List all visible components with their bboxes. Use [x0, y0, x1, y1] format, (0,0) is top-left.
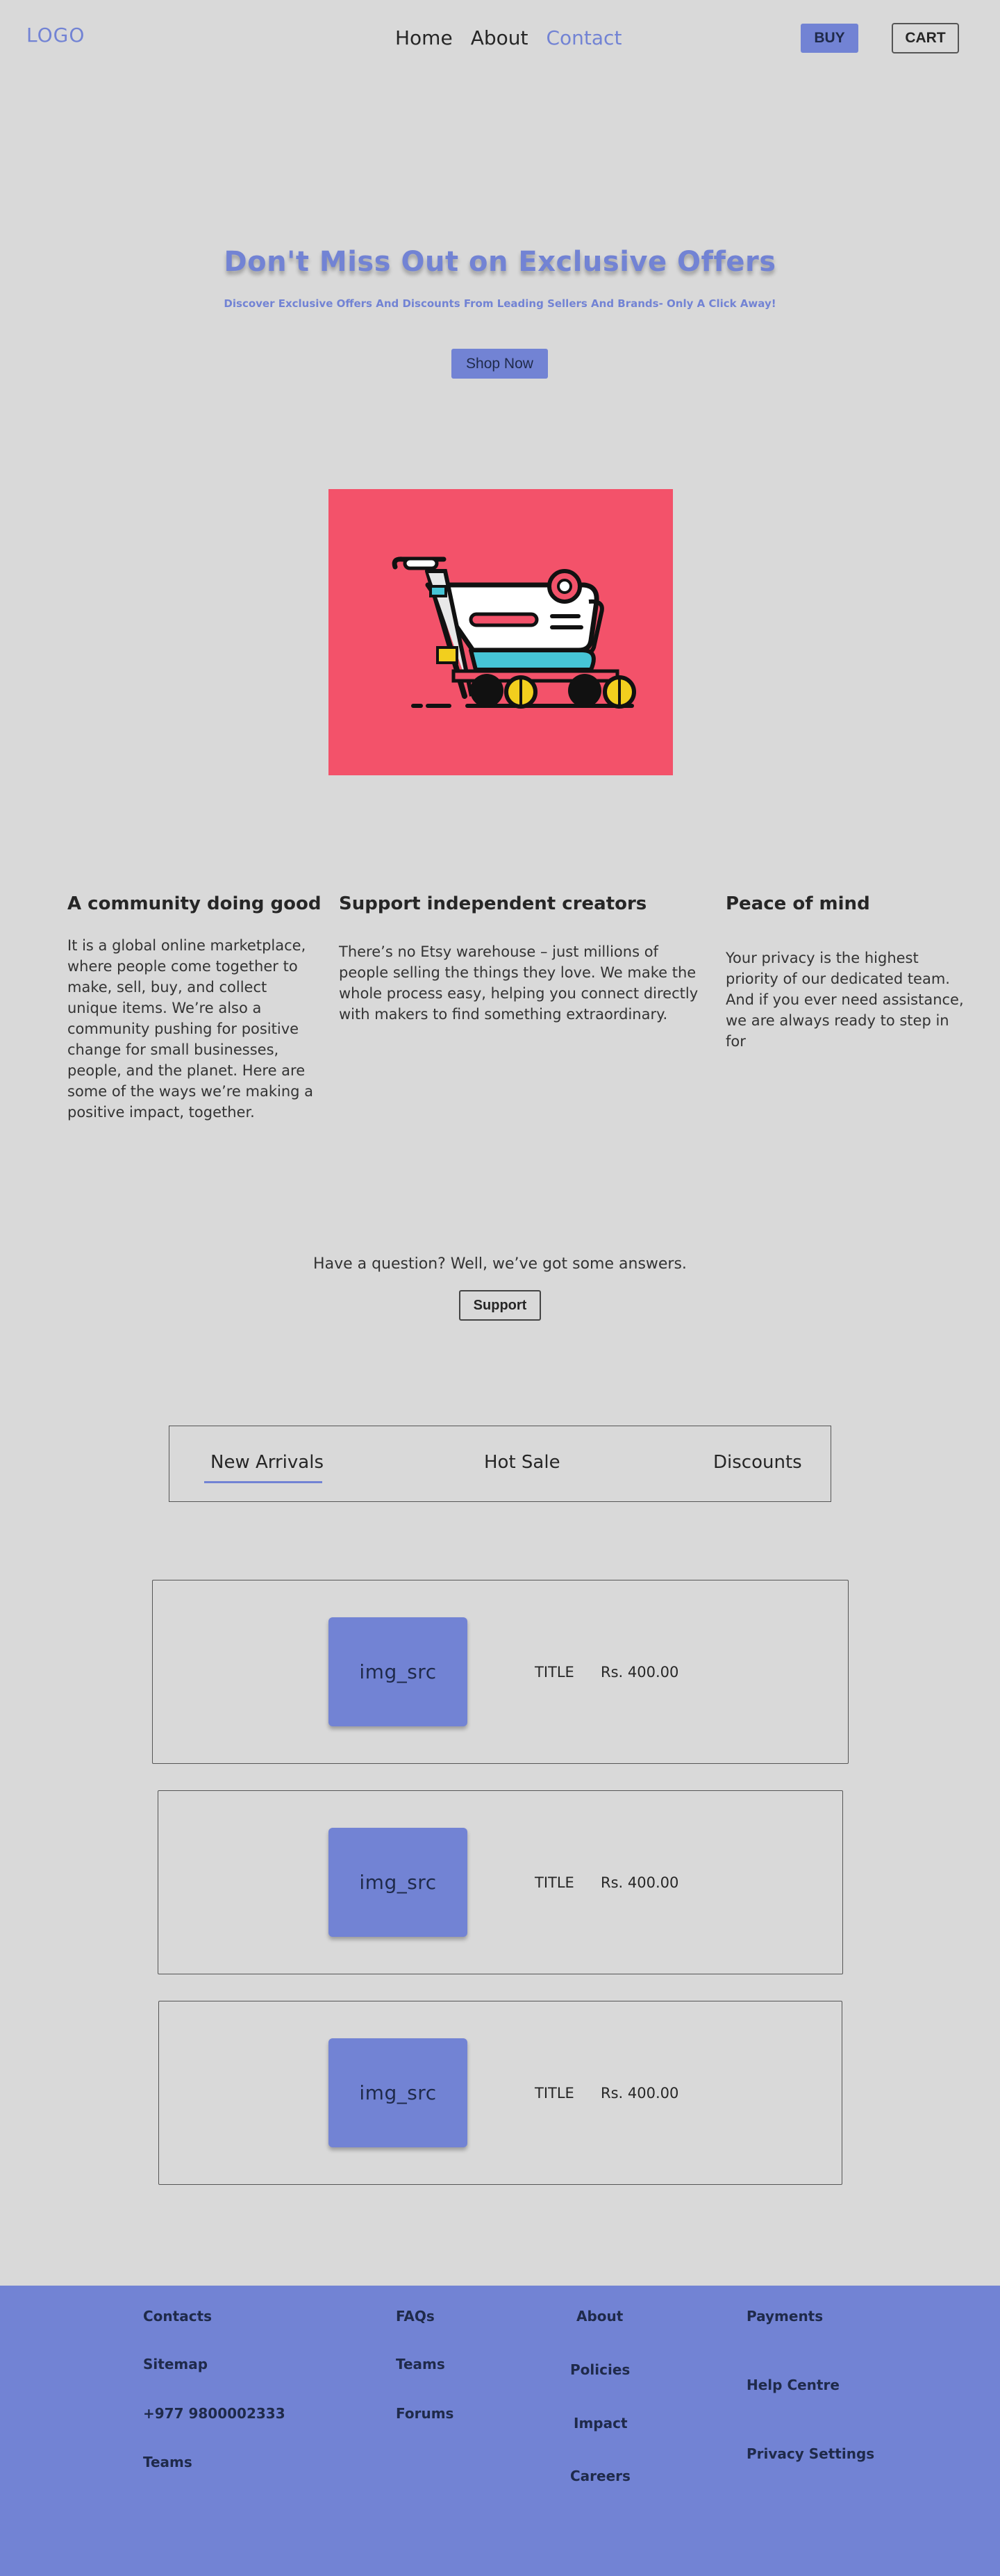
nav-home[interactable]: Home: [395, 26, 453, 49]
shop-now-button[interactable]: Shop Now: [451, 349, 548, 379]
nav-contact[interactable]: Contact: [546, 26, 622, 49]
cart-button[interactable]: CART: [892, 23, 959, 53]
product-card[interactable]: img_src TITLE Rs. 400.00: [152, 1580, 849, 1764]
footer-link-careers[interactable]: Careers: [570, 2468, 631, 2484]
product-title: TITLE: [535, 2085, 574, 2102]
product-title: TITLE: [535, 1664, 574, 1681]
buy-button[interactable]: BUY: [801, 24, 858, 53]
footer-link-faqs[interactable]: FAQs: [396, 2308, 435, 2325]
tab-hot-sale[interactable]: Hot Sale: [484, 1452, 560, 1473]
active-tab-indicator: [204, 1481, 322, 1483]
footer-link-contacts[interactable]: Contacts: [143, 2308, 212, 2325]
product-card[interactable]: img_src TITLE Rs. 400.00: [158, 2001, 842, 2185]
footer-link-policies[interactable]: Policies: [570, 2361, 630, 2378]
support-button[interactable]: Support: [459, 1290, 541, 1321]
feature-title: Peace of mind: [726, 893, 870, 914]
footer-link-about[interactable]: About: [576, 2308, 623, 2325]
product-card[interactable]: img_src TITLE Rs. 400.00: [158, 1790, 843, 1974]
footer-link-impact[interactable]: Impact: [574, 2415, 628, 2431]
shopping-cart-icon: [392, 556, 636, 709]
hero-subtitle: Discover Exclusive Offers And Discounts …: [224, 297, 776, 310]
product-title: TITLE: [535, 1874, 574, 1891]
feature-title: A community doing good: [67, 893, 322, 914]
hero-image: [328, 489, 673, 775]
footer-link-sitemap[interactable]: Sitemap: [143, 2356, 208, 2372]
product-price: Rs. 400.00: [601, 1874, 679, 1891]
tab-discounts[interactable]: Discounts: [713, 1452, 802, 1473]
main-nav: Home About Contact: [395, 26, 622, 49]
feature-title: Support independent creators: [339, 893, 647, 914]
footer-link-teams[interactable]: Teams: [143, 2454, 192, 2470]
support-question: Have a question? Well, we’ve got some an…: [313, 1255, 687, 1273]
product-image[interactable]: img_src: [328, 2038, 467, 2147]
product-price: Rs. 400.00: [601, 1664, 679, 1681]
tab-new-arrivals[interactable]: New Arrivals: [210, 1452, 324, 1473]
footer: Contacts Sitemap +977 9800002333 Teams F…: [0, 2286, 1000, 2576]
footer-link-payments[interactable]: Payments: [747, 2308, 823, 2325]
product-image[interactable]: img_src: [328, 1828, 467, 1937]
feature-text: There’s no Etsy warehouse – just million…: [339, 943, 699, 1023]
feature-text: Your privacy is the highest priority of …: [726, 950, 964, 1050]
hero-title: Don't Miss Out on Exclusive Offers: [224, 246, 776, 278]
footer-link-privacy-settings[interactable]: Privacy Settings: [747, 2445, 874, 2462]
footer-link-help-centre[interactable]: Help Centre: [747, 2377, 840, 2393]
logo[interactable]: LOGO: [26, 24, 85, 47]
product-image[interactable]: img_src: [328, 1617, 467, 1726]
footer-link-forums[interactable]: Forums: [396, 2405, 453, 2422]
footer-link-teams[interactable]: Teams: [396, 2356, 445, 2372]
nav-about[interactable]: About: [471, 26, 528, 49]
footer-phone[interactable]: +977 9800002333: [143, 2405, 285, 2422]
feature-text: It is a global online marketplace, where…: [67, 937, 314, 1121]
product-price: Rs. 400.00: [601, 2085, 679, 2102]
